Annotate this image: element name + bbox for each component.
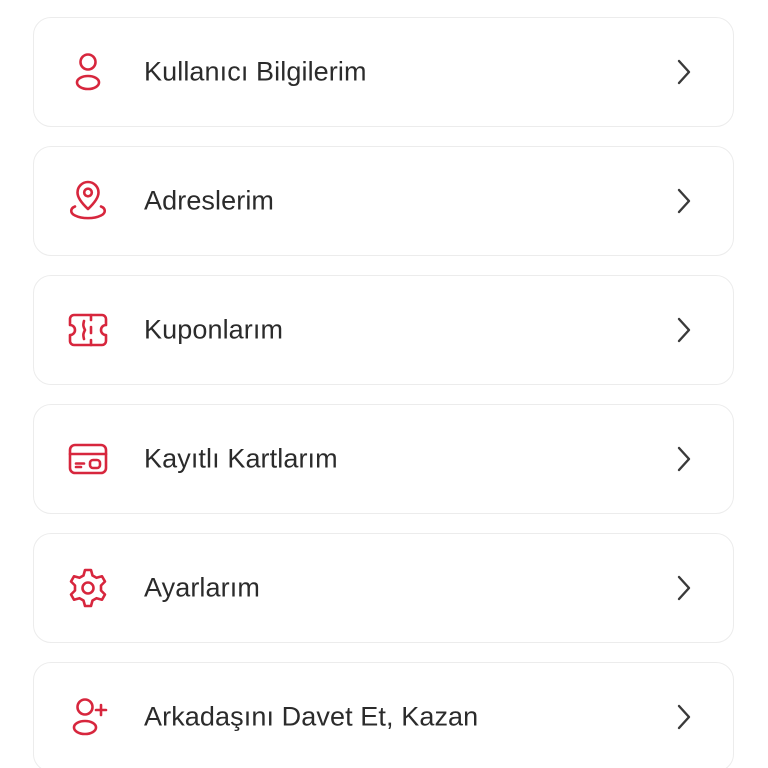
menu-item-settings[interactable]: Ayarlarım	[33, 533, 734, 643]
menu-item-label: Adreslerim	[144, 185, 275, 216]
chevron-right-icon	[672, 701, 696, 733]
menu-item-user-info[interactable]: Kullanıcı Bilgilerim	[33, 17, 734, 127]
menu-item-label: Ayarlarım	[144, 572, 260, 603]
user-icon	[65, 49, 111, 95]
menu-item-label: Kullanıcı Bilgilerim	[144, 56, 367, 87]
menu-item-saved-cards[interactable]: Kayıtlı Kartlarım	[33, 404, 734, 514]
credit-card-icon	[65, 436, 111, 482]
add-user-icon	[65, 694, 111, 740]
account-menu-list: Kullanıcı Bilgilerim Adreslerim Kuponlar…	[0, 0, 768, 768]
chevron-right-icon	[672, 56, 696, 88]
chevron-right-icon	[672, 314, 696, 346]
chevron-right-icon	[672, 572, 696, 604]
chevron-right-icon	[672, 443, 696, 475]
menu-item-label: Kuponlarım	[144, 314, 284, 345]
menu-item-coupons[interactable]: Kuponlarım	[33, 275, 734, 385]
menu-item-addresses[interactable]: Adreslerim	[33, 146, 734, 256]
gear-icon	[65, 565, 111, 611]
ticket-icon	[65, 307, 111, 353]
menu-item-invite-friend[interactable]: Arkadaşını Davet Et, Kazan	[33, 662, 734, 768]
location-pin-icon	[65, 178, 111, 224]
chevron-right-icon	[672, 185, 696, 217]
menu-item-label: Arkadaşını Davet Et, Kazan	[144, 701, 479, 732]
menu-item-label: Kayıtlı Kartlarım	[144, 443, 338, 474]
